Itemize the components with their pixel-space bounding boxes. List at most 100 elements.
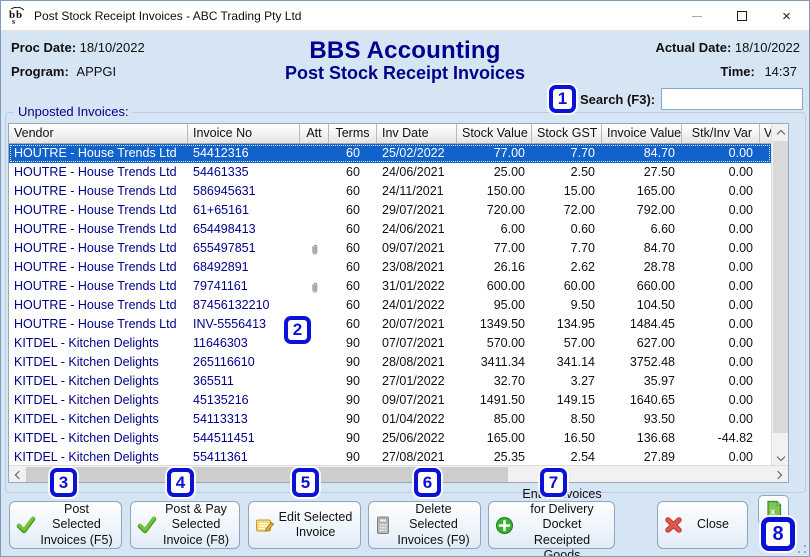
table-row[interactable]: HOUTRE - House Trends Ltd 54412316 60 25/02…: [9, 144, 771, 163]
stk-inv-var-cell: 0.00: [728, 203, 753, 217]
table-row[interactable]: HOUTRE - House Trends Ltd 655497851 60 09/…: [9, 239, 771, 258]
table-row[interactable]: HOUTRE - House Trends Ltd 54461335 60 24/06…: [9, 163, 771, 182]
resize-grip[interactable]: [797, 544, 807, 554]
chevron-left-icon: [14, 470, 24, 479]
terms-cell: 90: [346, 393, 360, 407]
scroll-up-button[interactable]: [772, 124, 789, 141]
column-header-invoice-value[interactable]: Invoice Value: [602, 124, 682, 143]
stock-gst-cell: 7.70: [570, 146, 595, 160]
table-row[interactable]: HOUTRE - House Trends Ltd 586945631 60 24/1…: [9, 182, 771, 201]
column-header-stock-gst[interactable]: Stock GST: [532, 124, 602, 143]
terms-cell: 90: [346, 355, 360, 369]
horizontal-scrollbar[interactable]: [9, 465, 788, 482]
stock-value-cell: 600.00: [486, 279, 525, 293]
invoice-value-cell: 93.50: [643, 412, 675, 426]
annotation-badge-3: 3: [50, 468, 77, 497]
vertical-scroll-thumb[interactable]: [773, 141, 788, 433]
invoice-no-cell: 544511451: [193, 431, 255, 445]
table-row[interactable]: KITDEL - Kitchen Delights 365511 90 27/01/2…: [9, 372, 771, 391]
invoice-no-cell: 54113313: [193, 412, 248, 426]
window-title: Post Stock Receipt Invoices - ABC Tradin…: [34, 8, 302, 23]
column-header-vendor[interactable]: Vendor: [9, 124, 188, 143]
post-selected-invoices-button[interactable]: Post Selected Invoices (F5): [9, 501, 122, 549]
vertical-scrollbar[interactable]: [771, 124, 788, 467]
var-cut-cell: [760, 372, 771, 391]
table-row[interactable]: KITDEL - Kitchen Delights 11646303 90 07/07…: [9, 334, 771, 353]
edit-selected-invoice-button[interactable]: Edit Selected Invoice: [248, 501, 361, 549]
annotation-badge-1: 1: [549, 85, 576, 113]
stock-gst-cell: 341.14: [556, 355, 595, 369]
inv-date-cell: 28/08/2021: [382, 355, 445, 369]
scroll-right-button[interactable]: [771, 466, 788, 483]
table-row[interactable]: KITDEL - Kitchen Delights 265116610 90 28/0…: [9, 353, 771, 372]
stock-gst-cell: 9.50: [570, 298, 595, 312]
stock-value-cell: 85.00: [493, 412, 525, 426]
stock-value-cell: 6.00: [500, 222, 525, 236]
table-row[interactable]: HOUTRE - House Trends Ltd 87456132210 60 24…: [9, 296, 771, 315]
attachment-cell: [300, 277, 329, 296]
column-header-inv-date[interactable]: Inv Date: [377, 124, 457, 143]
attachment-cell: [300, 258, 329, 277]
inv-date-cell: 23/08/2021: [382, 260, 445, 274]
stock-gst-cell: 72.00: [563, 203, 595, 217]
terms-cell: 60: [346, 317, 360, 331]
invoice-value-cell: 165.00: [636, 184, 675, 198]
terms-cell: 60: [346, 260, 360, 274]
terms-cell: 60: [346, 146, 360, 160]
column-header-stock-value[interactable]: Stock Value: [457, 124, 532, 143]
maximize-button[interactable]: [719, 1, 764, 31]
stk-inv-var-cell: 0.00: [728, 374, 753, 388]
column-header-invoice-no[interactable]: Invoice No: [188, 124, 300, 143]
stock-gst-cell: 2.50: [570, 165, 595, 179]
invoice-no-cell: 45135216: [193, 393, 249, 407]
enter-invoices-delivery-docket-button[interactable]: Enter Invoices for Delivery Docket Recei…: [488, 487, 615, 556]
time: Time: 14:37: [720, 64, 797, 79]
table-row[interactable]: HOUTRE - House Trends Ltd INV-5556413 60 20…: [9, 315, 771, 334]
scroll-left-button[interactable]: [9, 466, 26, 483]
stock-value-cell: 95.00: [493, 298, 525, 312]
post-pay-selected-invoice-button[interactable]: Post & Pay Selected Invoice (F8): [130, 501, 240, 549]
invoice-no-cell: 365511: [193, 374, 234, 388]
stock-value-cell: 32.70: [493, 374, 525, 388]
table-row[interactable]: HOUTRE - House Trends Ltd 79741161 60 31/0…: [9, 277, 771, 296]
search-input[interactable]: [661, 88, 803, 110]
stock-gst-cell: 0.60: [570, 222, 595, 236]
column-header-terms[interactable]: Terms: [329, 124, 377, 143]
invoice-no-cell: 61+65161: [193, 203, 249, 217]
var-cut-cell: [760, 315, 771, 334]
vendor-cell: KITDEL - Kitchen Delights: [14, 355, 159, 369]
column-header-stk-inv-var[interactable]: Stk/Inv Var: [682, 124, 760, 143]
stk-inv-var-cell: 0.00: [728, 317, 753, 331]
svg-text:x: x: [770, 507, 775, 517]
var-cut-cell: [760, 277, 771, 296]
minimize-button[interactable]: [674, 1, 719, 31]
var-cut-cell: [760, 410, 771, 429]
column-header-var-cut[interactable]: Va: [760, 124, 771, 143]
attachment-cell: [300, 372, 329, 391]
inv-date-cell: 24/01/2022: [382, 298, 445, 312]
table-row[interactable]: KITDEL - Kitchen Delights 54113313 90 01/04…: [9, 410, 771, 429]
attachment-cell: [300, 429, 329, 448]
vendor-cell: HOUTRE - House Trends Ltd: [14, 222, 177, 236]
table-row[interactable]: HOUTRE - House Trends Ltd 61+65161 60 29/07…: [9, 201, 771, 220]
stock-gst-cell: 8.50: [570, 412, 595, 426]
attachment-cell: [300, 163, 329, 182]
terms-cell: 60: [346, 298, 360, 312]
vendor-cell: HOUTRE - House Trends Ltd: [14, 165, 177, 179]
time-value: 14:37: [764, 64, 797, 79]
table-row[interactable]: HOUTRE - House Trends Ltd 654498413 60 24/0…: [9, 220, 771, 239]
table-row[interactable]: KITDEL - Kitchen Delights 544511451 90 25/0…: [9, 429, 771, 448]
inv-date-cell: 09/07/2021: [382, 393, 445, 407]
invoice-value-cell: 28.78: [643, 260, 675, 274]
close-button[interactable]: Close: [657, 501, 748, 549]
stk-inv-var-cell: 0.00: [728, 165, 753, 179]
column-header-att[interactable]: Att: [300, 124, 329, 143]
titlebar-close-button[interactable]: ×: [764, 1, 809, 31]
delete-selected-invoices-button[interactable]: Delete Selected Invoices (F9): [368, 501, 481, 549]
table-row[interactable]: KITDEL - Kitchen Delights 45135216 90 09/07…: [9, 391, 771, 410]
terms-cell: 90: [346, 431, 360, 445]
stk-inv-var-cell: 0.00: [728, 260, 753, 274]
table-row[interactable]: HOUTRE - House Trends Ltd 68492891 60 23/08…: [9, 258, 771, 277]
var-cut-cell: [760, 239, 771, 258]
edit-note-icon: [256, 519, 275, 532]
